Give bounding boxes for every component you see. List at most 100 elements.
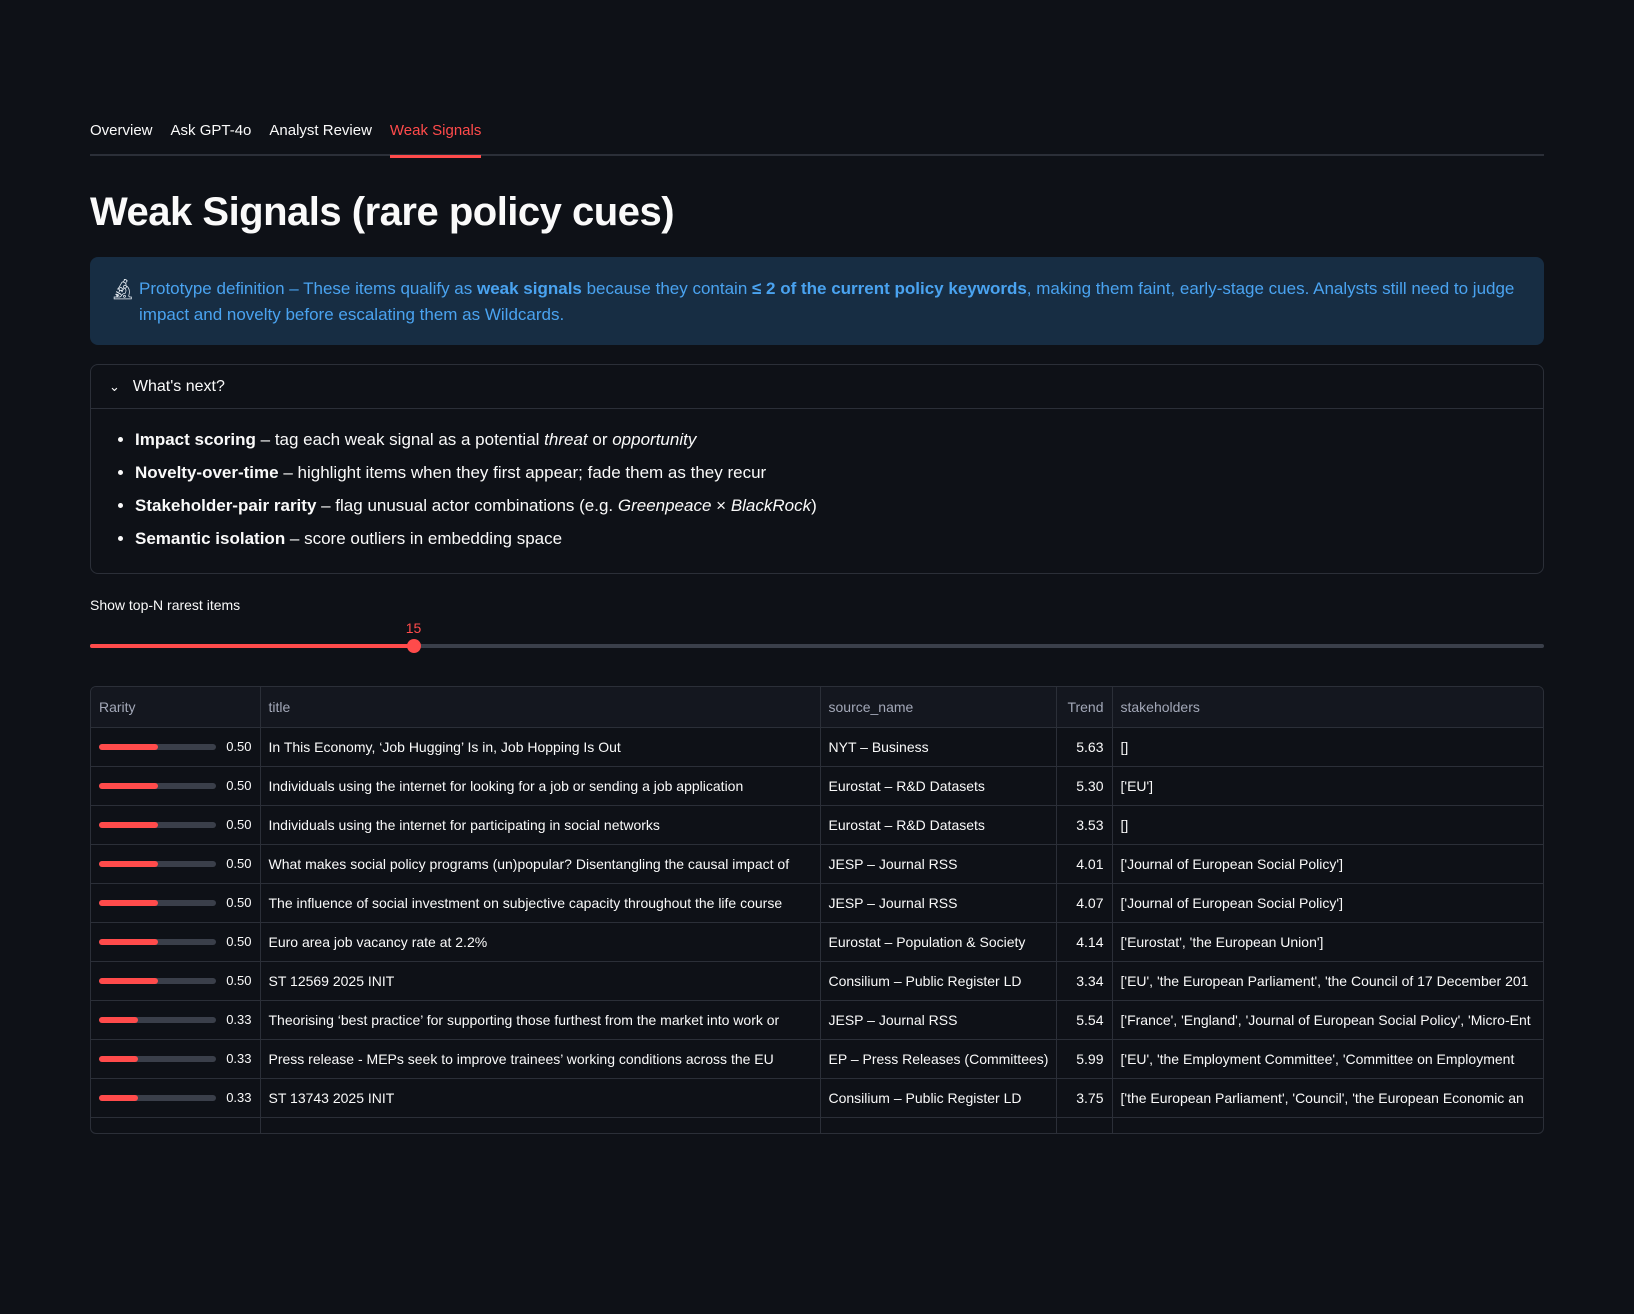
rarity-bar [99,1055,216,1062]
rarity-value: 0.50 [226,778,252,793]
rarity-bar-fill [99,743,158,750]
list-item: Impact scoring – tag each weak signal as… [135,429,1543,462]
title-cell: The influence of social investment on su… [260,883,821,923]
source-cell: NYT – Business [820,727,1057,767]
tab-ask-gpt[interactable]: Ask GPT-4o [171,112,252,156]
rarity-value: 0.50 [226,895,252,910]
table-row[interactable]: 0.50 The influence of social investment o… [91,883,1543,923]
title-cell: In This Economy, ‘Job Hugging’ Is in, Jo… [260,727,821,767]
title-cell: Individuals using the internet for parti… [260,805,821,845]
trend-cell: 5.63 [1056,727,1113,767]
source-cell: Consilium – Public Register LD [820,961,1057,1001]
rarity-bar [99,977,216,984]
rarity-cell: 0.50 [91,922,261,962]
rarity-bar-fill [99,782,158,789]
source-cell: Eurostat – R&D Datasets [820,766,1057,806]
stakeholders-cell: [] [1112,727,1543,767]
table-row[interactable]: 0.50 What makes social policy programs (u… [91,844,1543,884]
stakeholders-cell: ['Journal of European Social Policy'] [1112,883,1543,923]
stakeholders-cell: ['France', 'England', 'Journal of Europe… [1112,1000,1543,1040]
trend-cell: 5.30 [1056,766,1113,806]
title-cell: ST 13743 2025 INIT [260,1078,821,1118]
title-cell: What makes social policy programs (un)po… [260,844,821,884]
title-cell: Press release - MEPs seek to improve tra… [260,1039,821,1079]
stakeholders-cell: ['EU'] [1112,766,1543,806]
rarity-value: 0.33 [226,1090,252,1105]
trend-cell: 3.53 [1056,805,1113,845]
trend-cell: 4.14 [1056,922,1113,962]
tab-analyst-review[interactable]: Analyst Review [269,112,372,156]
rarity-bar-fill [99,1055,138,1062]
trend-cell: 5.54 [1056,1000,1113,1040]
expander-header[interactable]: ⌄ What's next? [91,365,1543,409]
table-row[interactable]: 0.33 Theorising ‘best practice’ for suppo… [91,1000,1543,1040]
source-cell: JESP – Journal RSS [820,1000,1057,1040]
rarity-value: 0.50 [226,856,252,871]
slider-value: 15 [405,620,422,636]
rarity-bar-fill [99,899,158,906]
table-header-row: Rarity title source_name Trend stakehold… [91,687,1543,728]
rarity-bar-fill [99,821,158,828]
slider-label: Show top-N rarest items [90,597,241,613]
stakeholders-cell: ['the European Parliament', 'Council', '… [1112,1078,1543,1118]
column-header-stakeholders[interactable]: stakeholders [1112,687,1543,728]
table-row[interactable] [91,1117,1543,1133]
table-row[interactable]: 0.50 Individuals using the internet for l… [91,766,1543,806]
table-row[interactable]: 0.50 ST 12569 2025 INIT Consilium – Public… [91,961,1543,1001]
list-item: Novelty-over-time – highlight items when… [135,462,1543,495]
rarity-bar-fill [99,938,158,945]
rarity-cell: 0.50 [91,727,261,767]
trend-cell: 3.75 [1056,1078,1113,1118]
rarity-bar-fill [99,977,158,984]
column-header-trend[interactable]: Trend [1056,687,1113,728]
source-cell: Consilium – Public Register LD [820,1078,1057,1118]
rarity-cell: 0.33 [91,1039,261,1079]
stakeholders-cell: ['Eurostat', 'the European Union'] [1112,922,1543,962]
stakeholders-cell: ['EU', 'the European Parliament', 'the C… [1112,961,1543,1001]
rarity-cell: 0.50 [91,883,261,923]
rarity-bar [99,743,216,750]
title-cell: Individuals using the internet for looki… [260,766,821,806]
table-row[interactable]: 0.50 Individuals using the internet for p… [91,805,1543,845]
top-n-slider[interactable] [90,639,1544,653]
trend-cell: 5.99 [1056,1039,1113,1079]
list-item: Semantic isolation – score outliers in e… [135,528,1543,561]
tab-weak-signals[interactable]: Weak Signals [389,112,482,158]
list-item: Stakeholder-pair rarity – flag unusual a… [135,495,1543,528]
weak-signals-table[interactable]: Rarity title source_name Trend stakehold… [90,686,1544,1134]
slider-thumb[interactable] [406,639,421,653]
column-header-rarity[interactable]: Rarity [91,687,261,728]
trend-cell: 3.34 [1056,961,1113,1001]
title-cell: Theorising ‘best practice’ for supportin… [260,1000,821,1040]
table-row[interactable]: 0.50 In This Economy, ‘Job Hugging’ Is in… [91,727,1543,767]
rarity-cell: 0.50 [91,766,261,806]
rarity-bar [99,782,216,789]
rarity-bar-fill [99,1016,138,1023]
rarity-bar [99,821,216,828]
rarity-bar [99,1016,216,1023]
title-cell: ST 12569 2025 INIT [260,961,821,1001]
rarity-bar [99,899,216,906]
expander-label: What's next? [132,377,225,395]
rarity-bar [99,860,216,867]
rarity-bar [99,938,216,945]
tab-bar: Overview Ask GPT-4o Analyst Review Weak … [90,112,1544,158]
rarity-value: 0.50 [226,934,252,949]
stakeholders-cell: ['Journal of European Social Policy'] [1112,844,1543,884]
source-cell: JESP – Journal RSS [820,883,1057,923]
rarity-bar [99,1094,216,1101]
table-row[interactable]: 0.50 Euro area job vacancy rate at 2.2% Eu… [91,922,1543,962]
rarity-value: 0.50 [226,739,252,754]
source-cell: Eurostat – Population & Society [820,922,1057,962]
trend-cell: 4.07 [1056,883,1113,923]
info-alert: 🔬︎ Prototype definition – These items qu… [90,257,1544,345]
tab-overview[interactable]: Overview [90,112,153,156]
info-text: Prototype definition – These items quali… [139,279,1515,324]
table-row[interactable]: 0.33 Press release - MEPs seek to improve… [91,1039,1543,1079]
page-title: Weak Signals (rare policy cues) [90,190,675,234]
column-header-source[interactable]: source_name [820,687,1057,728]
stakeholders-cell: ['EU', 'the Employment Committee', 'Comm… [1112,1039,1543,1079]
microscope-icon: 🔬︎ [110,279,136,301]
column-header-title[interactable]: title [260,687,821,728]
table-row[interactable]: 0.33 ST 13743 2025 INIT Consilium – Public… [91,1078,1543,1118]
